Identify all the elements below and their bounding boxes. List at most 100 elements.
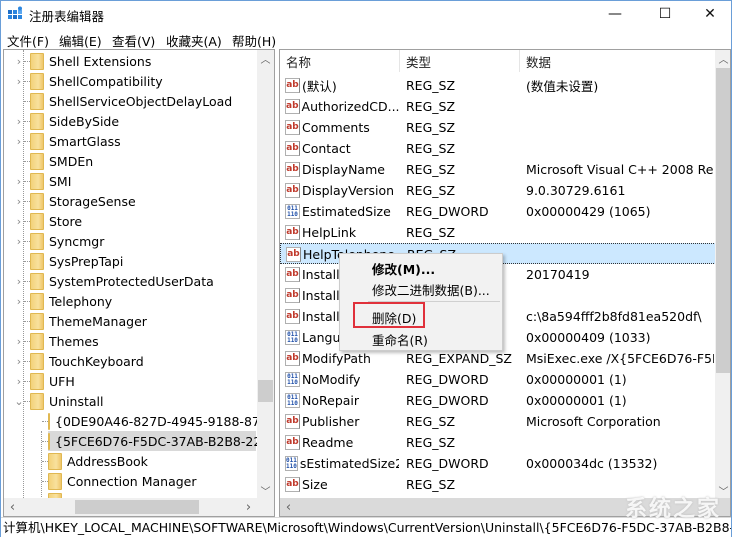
menu-file[interactable]: 文件(F) <box>7 31 49 50</box>
tree-vertical-scrollbar[interactable]: ︿ ﹀ <box>257 50 274 498</box>
tree-item[interactable]: Telephony <box>30 291 256 311</box>
tree-item[interactable]: Themes <box>30 331 256 351</box>
folder-icon <box>48 432 50 450</box>
tree-horizontal-scrollbar[interactable]: ‹ › <box>4 498 274 516</box>
menu-help[interactable]: 帮助(H) <box>232 31 276 50</box>
registry-editor-window: 注册表编辑器 — ☐ ✕ 文件(F) 编辑(E) 查看(V) 收藏夹(A) 帮助… <box>0 0 732 537</box>
scroll-down-arrow-icon[interactable]: ﹀ <box>257 482 274 498</box>
context-menu-rename[interactable]: 重命名(R) <box>372 330 428 349</box>
value-row[interactable]: 011 110 NoModify REG_DWORD 0x00000001 (1) <box>280 369 716 390</box>
value-row[interactable]: ab Contact REG_SZ <box>280 138 716 159</box>
tree-scroll-thumb[interactable] <box>258 380 273 402</box>
registry-app-icon <box>8 6 22 19</box>
tree-item-label: Themes <box>49 333 99 349</box>
value-row[interactable]: ab (默认) REG_SZ (数值未设置) <box>280 75 716 96</box>
menu-favorites[interactable]: 收藏夹(A) <box>166 31 222 50</box>
tree-item[interactable]: SystemProtectedUserData <box>30 271 256 291</box>
tree-item[interactable]: {5FCE6D76-F5DC-37AB-B2B8-22 <box>48 431 261 451</box>
value-name: Langu <box>302 330 341 345</box>
reg-string-icon: ab <box>285 120 300 135</box>
folder-icon <box>48 412 50 430</box>
title-bar: 注册表编辑器 — ☐ ✕ <box>1 1 731 27</box>
values-scroll-up-icon[interactable]: ︿ <box>715 50 730 66</box>
delete-highlight-box <box>353 302 425 328</box>
folder-icon <box>30 92 44 110</box>
context-menu-modify[interactable]: 修改(M)... <box>372 259 435 278</box>
value-name-cell: ab AuthorizedCD... <box>285 96 399 117</box>
value-data: 0x00000409 (1033) <box>526 330 651 345</box>
tree-item[interactable]: {0DE90A46-827D-4945-9188-877 <box>48 411 268 431</box>
values-scroll-left-icon[interactable]: ‹ <box>280 498 297 516</box>
value-data: 0x00000001 (1) <box>526 393 627 408</box>
tree-item[interactable]: ShellServiceObjectDelayLoad <box>30 91 256 111</box>
watermark-logo: 系统之家 <box>624 497 721 522</box>
reg-dword-icon: 011 110 <box>285 330 300 345</box>
value-row[interactable]: ab Comments REG_SZ <box>280 117 716 138</box>
values-vertical-scrollbar[interactable]: ︿ ﹀ <box>715 50 730 498</box>
folder-icon <box>30 112 44 130</box>
minimize-button[interactable]: — <box>592 1 638 27</box>
value-row[interactable]: ab ModifyPath REG_EXPAND_SZ MsiExec.exe /X{… <box>280 348 716 369</box>
value-row[interactable]: ab HelpLink REG_SZ <box>280 222 716 243</box>
key-tree-pane[interactable]: › Shell Extensions › ShellCompatibility Shel… <box>3 49 275 517</box>
tree-item[interactable]: SideBySide <box>30 111 256 131</box>
tree-item[interactable]: SMI <box>30 171 256 191</box>
value-data: 20170419 <box>526 267 590 282</box>
tree-hscroll-thumb[interactable] <box>75 500 199 514</box>
tree-item[interactable]: TouchKeyboard <box>30 351 256 371</box>
tree-item[interactable]: SysPrepTapi <box>30 251 256 271</box>
value-row[interactable]: ab Publisher REG_SZ Microsoft Corporation <box>280 411 716 432</box>
value-name-cell: 011 110 EstimatedSize <box>285 201 399 222</box>
tree-item[interactable]: SmartGlass <box>30 131 256 151</box>
scroll-left-arrow-icon[interactable]: ‹ <box>4 498 21 516</box>
value-type: REG_DWORD <box>406 393 489 408</box>
value-name-cell: ab Comments <box>285 117 399 138</box>
value-name-cell: 011 110 sEstimatedSize2 <box>285 453 399 474</box>
tree-item[interactable]: Syncmgr <box>30 231 256 251</box>
tree-item[interactable]: ThemeManager <box>30 311 256 331</box>
value-type: REG_SZ <box>406 162 456 177</box>
tree-item[interactable]: Connection Manager <box>48 471 256 491</box>
tree-item[interactable]: StorageSense <box>30 191 256 211</box>
tree-item-label: StorageSense <box>49 193 136 209</box>
value-row[interactable]: 011 110 sEstimatedSize2 REG_DWORD 0x000034dc… <box>280 453 716 474</box>
tree-item-label: SMDEn <box>49 153 94 169</box>
scroll-right-arrow-icon[interactable]: › <box>240 498 257 516</box>
scroll-up-arrow-icon[interactable]: ︿ <box>257 50 274 66</box>
value-row[interactable]: ab Readme REG_SZ <box>280 432 716 453</box>
value-row[interactable]: 011 110 NoRepair REG_DWORD 0x00000001 (1) <box>280 390 716 411</box>
tree-item[interactable]: AddressBook <box>48 451 256 471</box>
menu-edit[interactable]: 编辑(E) <box>59 31 102 50</box>
menu-view[interactable]: 查看(V) <box>112 31 155 50</box>
value-row[interactable]: ab AuthorizedCD... REG_SZ <box>280 96 716 117</box>
tree-item[interactable]: UFH <box>30 371 256 391</box>
reg-string-icon: ab <box>285 288 300 303</box>
context-menu-modify-binary[interactable]: 修改二进制数据(B)... <box>372 280 490 299</box>
value-row[interactable]: 011 110 EstimatedSize REG_DWORD 0x00000429 (… <box>280 201 716 222</box>
values-scroll-thumb[interactable] <box>716 68 730 373</box>
tree-item-label: SmartGlass <box>49 133 121 149</box>
column-header-type[interactable]: 类型 <box>400 50 520 72</box>
value-type: REG_SZ <box>406 78 456 93</box>
maximize-button[interactable]: ☐ <box>642 1 688 27</box>
reg-string-icon: ab <box>285 309 300 324</box>
value-type: REG_DWORD <box>406 372 489 387</box>
tree-item[interactable]: Store <box>30 211 256 231</box>
value-data: Microsoft Visual C++ 2008 Redis <box>526 162 714 177</box>
tree-item[interactable]: Uninstall <box>30 391 256 411</box>
reg-string-icon: ab <box>285 99 300 114</box>
tree-item[interactable]: SMDEn <box>30 151 256 171</box>
value-row[interactable]: ab DisplayVersion REG_SZ 9.0.30729.6161 <box>280 180 716 201</box>
value-row[interactable]: ab DisplayName REG_SZ Microsoft Visual C++ … <box>280 159 716 180</box>
value-data: c:\8a594fff2b8fd81ea520df\ <box>526 309 702 324</box>
tree-item-label: Store <box>49 213 83 229</box>
column-header-data[interactable]: 数据 <box>520 50 716 72</box>
value-name: Size <box>302 477 328 492</box>
close-button[interactable]: ✕ <box>687 1 732 27</box>
column-header-name[interactable]: 名称 <box>280 50 400 72</box>
tree-item[interactable]: ShellCompatibility <box>30 71 256 91</box>
reg-dword-icon: 011 110 <box>285 393 300 408</box>
folder-icon <box>30 332 44 350</box>
tree-item-label: Shell Extensions <box>49 53 152 69</box>
tree-item[interactable]: Shell Extensions <box>30 51 256 71</box>
